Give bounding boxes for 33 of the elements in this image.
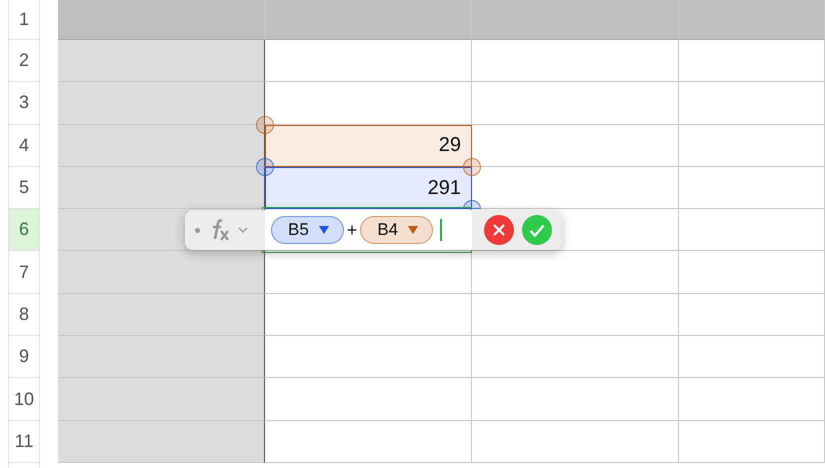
cell-reference-token[interactable]: B5 — [271, 216, 344, 244]
row-number[interactable]: 4 — [9, 124, 39, 167]
row-number[interactable]: 11 — [9, 420, 39, 463]
text-cursor — [440, 219, 442, 242]
table-cell[interactable] — [58, 40, 265, 82]
bullet-icon — [195, 228, 200, 233]
close-icon — [493, 224, 505, 236]
table-cell: 29 — [265, 124, 472, 167]
table-cell[interactable] — [58, 420, 265, 463]
operator: + — [346, 220, 358, 241]
table-cell[interactable] — [58, 251, 265, 294]
table-cell[interactable] — [58, 82, 265, 125]
table-cell[interactable] — [58, 166, 265, 210]
resize-handle[interactable] — [256, 158, 274, 176]
dropdown-triangle-icon — [318, 226, 329, 234]
resize-handle[interactable] — [463, 200, 481, 210]
table-cell[interactable] — [58, 124, 265, 167]
row-number[interactable]: 6 — [9, 209, 39, 252]
table-cell[interactable] — [58, 294, 265, 336]
dropdown-triangle-icon — [408, 226, 418, 234]
column-header[interactable] — [472, 0, 679, 40]
cancel-button[interactable] — [484, 215, 514, 246]
confirm-button[interactable] — [522, 215, 552, 246]
column-header[interactable] — [265, 0, 472, 40]
resize-handle[interactable] — [256, 116, 274, 134]
column-header[interactable] — [58, 0, 265, 40]
column-header[interactable] — [679, 0, 825, 40]
table-cell[interactable] — [58, 336, 265, 378]
table-cell: 291 — [265, 166, 472, 210]
checkmark-icon — [529, 224, 545, 237]
cell-reference-token[interactable]: B4 — [360, 216, 434, 244]
resize-handle[interactable] — [463, 158, 481, 176]
table-cell[interactable] — [58, 378, 265, 421]
